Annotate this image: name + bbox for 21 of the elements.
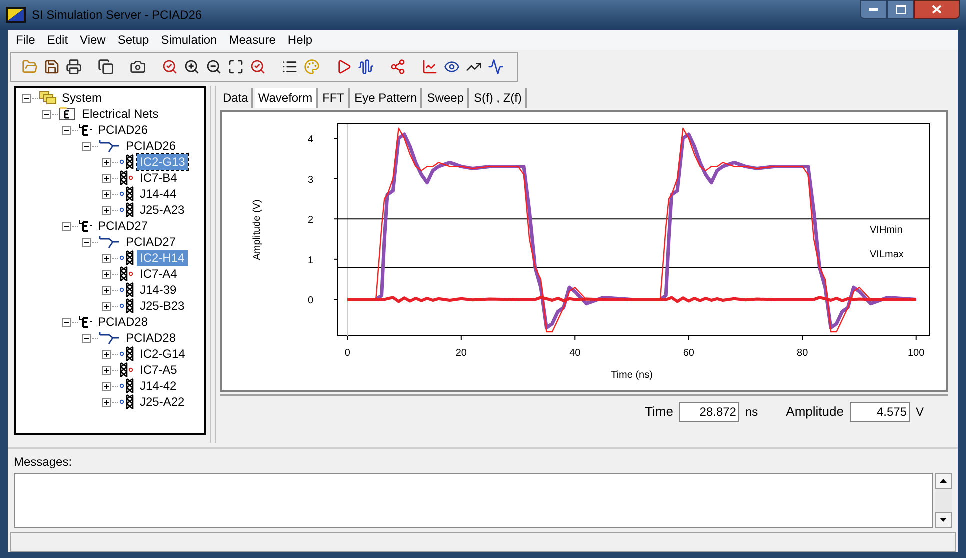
y-tick-label: 2 xyxy=(308,215,314,226)
y-tick-label: 0 xyxy=(308,296,314,307)
x-axis-label: Time (ns) xyxy=(611,370,653,381)
readout-label: Time xyxy=(645,403,674,422)
readout-label: Amplitude xyxy=(786,403,844,422)
threshold-label: VILmax xyxy=(870,249,904,260)
x-tick-label: 60 xyxy=(683,348,694,359)
unit-label: ns xyxy=(745,404,758,421)
messages-label: Messages: xyxy=(14,455,72,469)
threshold-label: VIHmin xyxy=(870,225,903,236)
y-axis-label: Amplitude (V) xyxy=(252,200,263,260)
x-tick-label: 0 xyxy=(344,348,350,359)
y-tick-label: 4 xyxy=(308,134,314,146)
x-tick-label: 40 xyxy=(570,348,581,359)
x-tick-label: 20 xyxy=(456,348,467,359)
unit-label: V xyxy=(916,404,924,421)
y-tick-label: 1 xyxy=(308,255,314,266)
window-title: SI Simulation Server - PCIAD26 xyxy=(32,7,202,24)
x-tick-label: 80 xyxy=(797,348,808,359)
y-tick-label: 3 xyxy=(308,174,314,186)
x-tick-label: 100 xyxy=(908,348,925,359)
